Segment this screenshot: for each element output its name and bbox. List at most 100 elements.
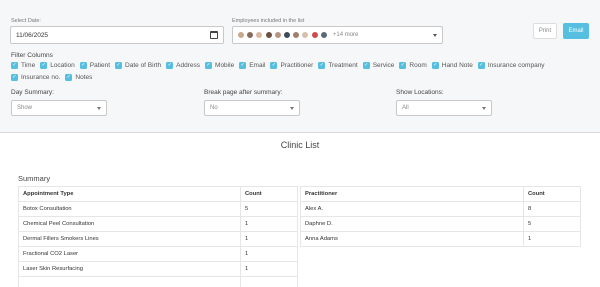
table-cell: 1	[523, 231, 581, 247]
chevron-down-icon	[433, 34, 437, 37]
column-header: Count	[240, 186, 298, 202]
checkmark-icon[interactable]: ✓	[431, 62, 439, 69]
date-field[interactable]: 11/06/2025	[10, 26, 224, 44]
employees-more: +14 more	[332, 32, 359, 38]
filter-column-checkbox[interactable]: ✓ Practitioner	[270, 61, 313, 70]
filter-columns-title: Filter Columns	[11, 52, 53, 59]
table-cell: Alex A.	[300, 201, 524, 217]
table-header-row: Practitioner Count	[300, 186, 581, 202]
filter-column-checkbox[interactable]: ✓ Location	[40, 61, 75, 70]
filter-column-label: Insurance company	[487, 62, 545, 69]
chevron-down-icon	[290, 107, 294, 110]
summary-heading: Summary	[18, 174, 51, 183]
table-cell: Laser Skin Resurfacing	[18, 261, 241, 277]
filter-columns-list: ✓ Time ✓ Location ✓ Patient ✓ Date of Birth ✓ Add…	[11, 61, 591, 85]
filter-column-checkbox[interactable]: ✓ Service	[362, 61, 394, 70]
day-summary-select[interactable]: Show	[11, 100, 107, 116]
table-cell: 1	[240, 216, 298, 232]
filter-column-label: Treatment	[328, 62, 358, 69]
filter-column-label: Time	[21, 62, 36, 69]
table-cell: Fractional CO2 Laser	[18, 246, 241, 262]
column-header: Practitioner	[300, 186, 524, 202]
checkmark-icon[interactable]: ✓	[205, 62, 213, 69]
table-cell: 1	[240, 246, 298, 262]
filter-column-checkbox[interactable]: ✓ Email	[239, 61, 265, 70]
table-row: Alex A. 8	[300, 201, 581, 217]
chevron-down-icon	[97, 107, 101, 110]
filter-column-label: Insurance no.	[21, 74, 61, 81]
table-cell	[18, 276, 241, 287]
filter-column-checkbox[interactable]: ✓ Hand Note	[431, 61, 473, 70]
filter-column-label: Notes	[75, 74, 93, 81]
table-cell: Daphne D.	[300, 216, 524, 232]
table-row: Laser Skin Resurfacing 1	[18, 261, 298, 277]
date-value: 11/06/2025	[16, 31, 49, 39]
filter-column-checkbox[interactable]: ✓ Mobile	[205, 61, 234, 70]
break-page-label: Break page after summary:	[204, 89, 283, 96]
table-row: Botox Consultation 5	[18, 201, 298, 217]
filter-column-checkbox[interactable]: ✓ Address	[166, 61, 200, 70]
table-cell: 1	[240, 231, 298, 247]
controls-panel: Select Date: 11/06/2025 Employees includ…	[0, 0, 600, 133]
break-page-select[interactable]: No	[204, 100, 300, 116]
show-locations-select[interactable]: All	[396, 100, 492, 116]
table-row: Dermal Fillers Smokers Lines 1	[18, 231, 298, 247]
table-row	[18, 276, 298, 287]
filter-column-checkbox[interactable]: ✓ Patient	[79, 61, 111, 70]
filter-column-checkbox[interactable]: ✓ Date of Birth	[115, 61, 161, 70]
checkmark-icon[interactable]: ✓	[270, 62, 278, 69]
print-button[interactable]: Print	[533, 23, 557, 39]
filter-column-checkbox[interactable]: ✓ Time	[11, 61, 35, 70]
checkmark-icon[interactable]: ✓	[65, 74, 73, 81]
table-row: Fractional CO2 Laser 1	[18, 246, 298, 262]
filter-column-label: Mobile	[215, 62, 235, 69]
filter-column-label: Email	[249, 62, 266, 69]
table-row: Chemical Peel Consultation 1	[18, 216, 298, 232]
table-cell: Anna Adams	[300, 231, 524, 247]
avatar	[282, 31, 291, 39]
filter-column-checkbox[interactable]: ✓ Insurance no.	[11, 73, 60, 82]
appointment-type-table: Appointment Type Count Botox Consultation 5…	[18, 186, 298, 287]
filter-column-checkbox[interactable]: ✓ Insurance company	[477, 61, 545, 70]
calendar-icon[interactable]	[210, 31, 218, 39]
avatar-list	[237, 31, 329, 39]
checkmark-icon[interactable]: ✓	[79, 62, 87, 69]
avatar	[255, 31, 264, 39]
avatar	[273, 31, 282, 39]
filter-column-label: Practitioner	[280, 62, 314, 69]
chevron-down-icon	[482, 107, 486, 110]
table-cell	[240, 276, 298, 287]
filter-column-label: Hand Note	[441, 62, 473, 69]
filter-column-label: Room	[409, 62, 427, 69]
checkmark-icon[interactable]: ✓	[166, 62, 174, 69]
employees-label: Employees included in the list	[232, 18, 305, 24]
employees-select[interactable]: +14 more	[232, 26, 443, 44]
table-cell: 8	[523, 201, 581, 217]
checkmark-icon[interactable]: ✓	[399, 62, 407, 69]
email-button[interactable]: Email	[563, 23, 589, 39]
avatar	[301, 31, 310, 39]
checkmark-icon[interactable]: ✓	[40, 62, 48, 69]
checkmark-icon[interactable]: ✓	[477, 62, 485, 69]
table-cell: 5	[240, 201, 298, 217]
avatar	[246, 31, 255, 39]
filter-column-label: Date of Birth	[125, 62, 162, 69]
table-row: Anna Adams 1	[300, 231, 581, 247]
show-locations-value: All	[402, 105, 409, 111]
checkmark-icon[interactable]: ✓	[115, 62, 123, 69]
checkmark-icon[interactable]: ✓	[11, 74, 18, 81]
filter-column-checkbox[interactable]: ✓ Notes	[65, 73, 92, 82]
day-summary-label: Day Summary:	[11, 89, 54, 96]
table-cell: Dermal Fillers Smokers Lines	[18, 231, 241, 247]
filter-column-label: Patient	[89, 62, 111, 69]
checkmark-icon[interactable]: ✓	[362, 62, 370, 69]
checkmark-icon[interactable]: ✓	[11, 62, 18, 69]
report-title: Clinic List	[280, 140, 320, 150]
checkmark-icon[interactable]: ✓	[239, 62, 247, 69]
filter-column-label: Location	[50, 62, 75, 69]
filter-column-checkbox[interactable]: ✓ Treatment	[318, 61, 358, 70]
checkmark-icon[interactable]: ✓	[318, 62, 326, 69]
avatar	[319, 31, 328, 39]
filter-column-checkbox[interactable]: ✓ Room	[399, 61, 427, 70]
avatar	[292, 31, 301, 39]
